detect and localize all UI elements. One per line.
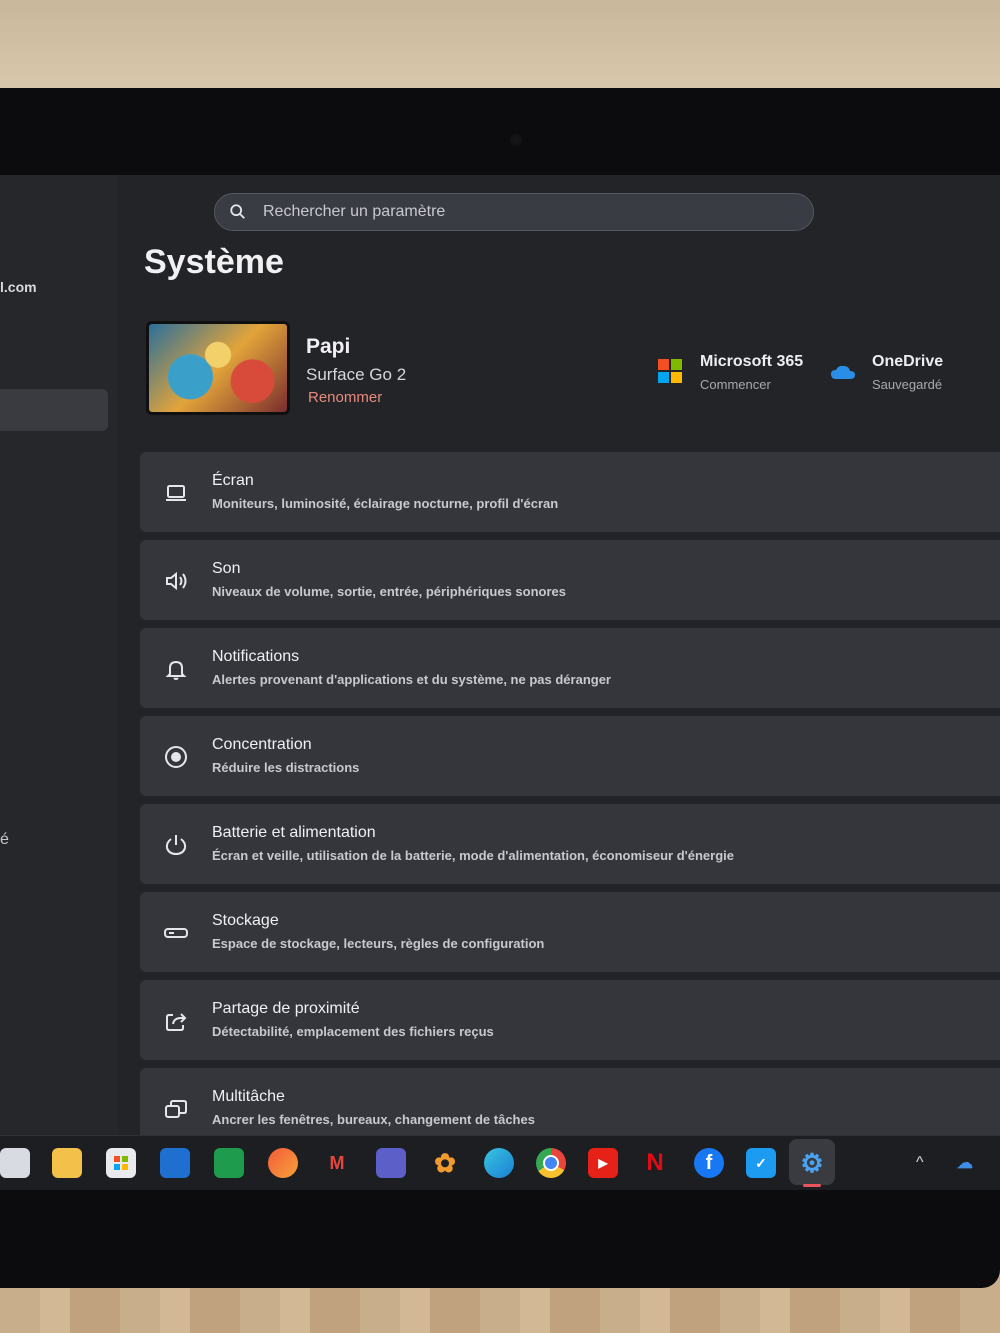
setting-subtitle: Alertes provenant d'applications et du s… xyxy=(212,672,611,687)
settings-window: l.com é Système Papi Surface Go 2 Renomm… xyxy=(0,175,1000,1190)
search-input[interactable] xyxy=(261,202,785,222)
setting-subtitle: Détectabilité, emplacement des fichiers … xyxy=(212,1024,494,1039)
onedrive-link[interactable]: OneDrive Sauvegardé xyxy=(830,353,943,392)
setting-nearby-sharing[interactable]: Partage de proximité Détectabilité, empl… xyxy=(140,980,1000,1060)
display-icon xyxy=(162,479,190,507)
taskbar: M ✿ ▶ N f ✓ ⚙ ^ ☁ xyxy=(0,1135,1000,1190)
setting-title: Stockage xyxy=(212,912,279,929)
setting-title: Concentration xyxy=(212,736,312,753)
focus-icon xyxy=(162,743,190,771)
chrome-icon[interactable] xyxy=(536,1148,566,1178)
setting-title: Partage de proximité xyxy=(212,1000,360,1017)
onedrive-subtitle: Sauvegardé xyxy=(872,377,943,392)
setting-battery-power[interactable]: Batterie et alimentation Écran et veille… xyxy=(140,804,1000,884)
setting-title: Notifications xyxy=(212,648,300,665)
setting-subtitle: Moniteurs, luminosité, éclairage nocturn… xyxy=(212,496,559,511)
setting-subtitle: Espace de stockage, lecteurs, règles de … xyxy=(212,936,545,951)
microsoft-365-subtitle: Commencer xyxy=(700,377,771,392)
onedrive-title: OneDrive xyxy=(872,353,944,370)
camera xyxy=(508,132,524,148)
device-name: Papi xyxy=(306,335,351,358)
share-icon xyxy=(162,1007,190,1035)
device-wallpaper-thumbnail xyxy=(146,321,290,415)
youtube-icon[interactable]: ▶ xyxy=(588,1148,618,1178)
microsoft-store-icon[interactable] xyxy=(106,1148,136,1178)
twitter-icon[interactable]: ✓ xyxy=(746,1148,776,1178)
power-icon xyxy=(162,831,190,859)
search-box[interactable] xyxy=(214,193,814,231)
flower-app-icon[interactable]: ✿ xyxy=(430,1148,460,1178)
setting-subtitle: Réduire les distractions xyxy=(212,760,360,775)
setting-title: Batterie et alimentation xyxy=(212,824,376,841)
setting-title: Écran xyxy=(212,472,254,489)
settings-gear-icon[interactable]: ⚙ xyxy=(797,1148,827,1178)
task-view-icon[interactable] xyxy=(0,1148,30,1178)
netflix-icon[interactable]: N xyxy=(640,1148,670,1178)
sidebar: l.com é xyxy=(0,175,118,1135)
tray-app-icon[interactable]: ☁ xyxy=(950,1148,980,1178)
photos-icon[interactable] xyxy=(268,1148,298,1178)
active-app-indicator xyxy=(803,1184,821,1187)
sidebar-item-partial[interactable]: é xyxy=(0,831,9,849)
sidebar-item-system[interactable] xyxy=(0,389,108,431)
storage-icon xyxy=(162,919,190,947)
settings-list: Écran Moniteurs, luminosité, éclairage n… xyxy=(140,452,1000,1156)
microsoft-365-icon xyxy=(658,359,682,383)
rename-link[interactable]: Renommer xyxy=(308,389,382,406)
edge-icon[interactable] xyxy=(484,1148,514,1178)
page-title: Système xyxy=(144,243,284,281)
file-explorer-icon[interactable] xyxy=(52,1148,82,1178)
excel-icon[interactable] xyxy=(214,1148,244,1178)
gmail-icon[interactable]: M xyxy=(322,1148,352,1178)
setting-title: Multitâche xyxy=(212,1088,285,1105)
speaker-icon xyxy=(162,567,190,595)
setting-title: Son xyxy=(212,560,241,577)
multitask-icon xyxy=(162,1095,190,1123)
teams-icon[interactable] xyxy=(376,1148,406,1178)
setting-subtitle: Écran et veille, utilisation de la batte… xyxy=(212,848,734,863)
setting-notifications[interactable]: Notifications Alertes provenant d'applic… xyxy=(140,628,1000,708)
microsoft-365-title: Microsoft 365 xyxy=(700,353,804,370)
setting-subtitle: Ancrer les fenêtres, bureaux, changement… xyxy=(212,1112,535,1127)
setting-sound[interactable]: Son Niveaux de volume, sortie, entrée, p… xyxy=(140,540,1000,620)
facebook-icon[interactable]: f xyxy=(694,1148,724,1178)
outlook-icon[interactable] xyxy=(160,1148,190,1178)
setting-focus[interactable]: Concentration Réduire les distractions xyxy=(140,716,1000,796)
microsoft-365-link[interactable]: Microsoft 365 Commencer xyxy=(658,353,803,392)
onedrive-icon xyxy=(831,365,855,379)
setting-display[interactable]: Écran Moniteurs, luminosité, éclairage n… xyxy=(140,452,1000,532)
search-icon xyxy=(230,204,245,219)
chevron-up-icon[interactable]: ^ xyxy=(916,1154,924,1172)
device-model: Surface Go 2 xyxy=(306,365,407,384)
account-email: l.com xyxy=(0,279,37,295)
bell-icon xyxy=(162,655,190,683)
setting-subtitle: Niveaux de volume, sortie, entrée, périp… xyxy=(212,584,567,599)
setting-storage[interactable]: Stockage Espace de stockage, lecteurs, r… xyxy=(140,892,1000,972)
